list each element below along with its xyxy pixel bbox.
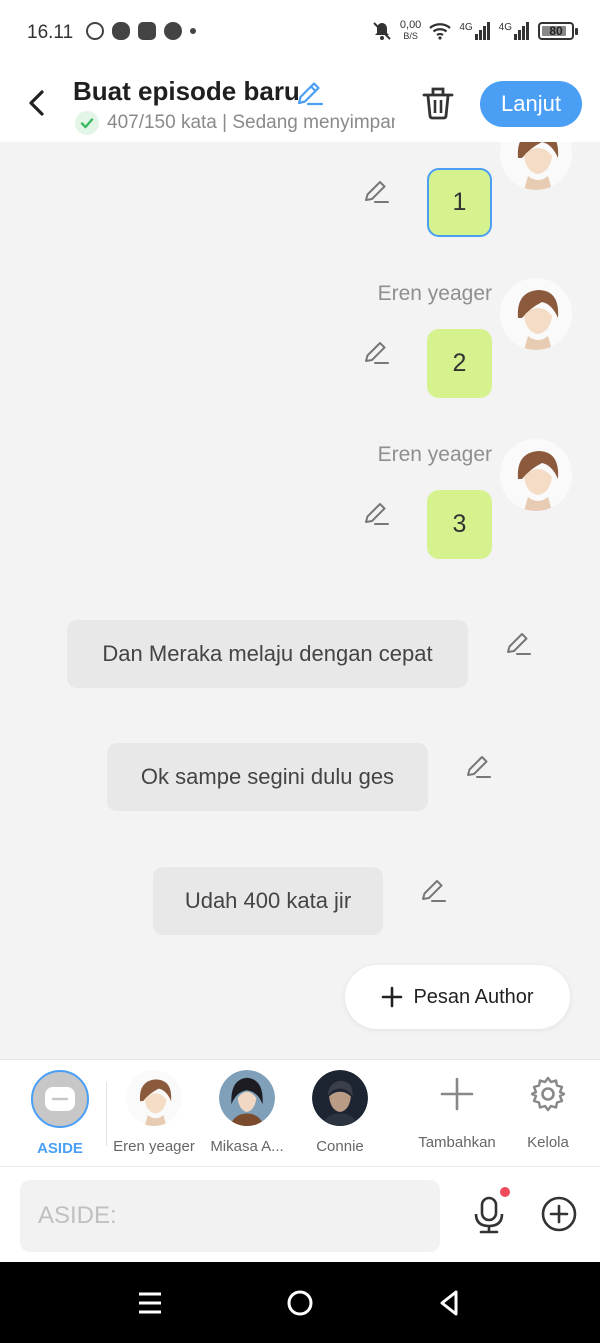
input-bar: [0, 1166, 600, 1262]
avatar[interactable]: [500, 278, 572, 350]
net-speed: 0,00 B/S: [400, 20, 421, 42]
youtube-icon: [138, 22, 156, 40]
edit-aside-icon[interactable]: [419, 876, 447, 904]
menu-icon[interactable]: [134, 1287, 166, 1319]
character-eren[interactable]: Eren yeager: [109, 1070, 199, 1155]
speaker-name: Eren yeager: [377, 443, 492, 466]
net-speed-value: 0,00: [399, 19, 422, 31]
whatsapp-icon: [86, 22, 104, 40]
aside-bubble[interactable]: Udah 400 kata jir: [153, 867, 383, 935]
add-character-button[interactable]: Tambahkan: [412, 1074, 502, 1151]
status-right: 0,00 B/S 4G 4G 80: [372, 20, 578, 42]
character-mikasa[interactable]: Mikasa A...: [202, 1070, 292, 1155]
avatar: [219, 1070, 275, 1126]
character-label: Connie: [316, 1138, 364, 1155]
page-title: Buat episode baru: [73, 76, 300, 106]
author-message-button[interactable]: Pesan Author: [345, 965, 570, 1029]
muted-bell-icon: [373, 22, 391, 40]
character-bar: ASIDE Eren yeager Mikasa A... Connie Tam…: [0, 1059, 600, 1166]
back-arrow-icon[interactable]: [22, 86, 52, 120]
notification-icons: [86, 22, 196, 40]
edit-message-icon[interactable]: [362, 177, 390, 205]
edit-aside-icon[interactable]: [464, 752, 492, 780]
character-aside[interactable]: ASIDE: [15, 1070, 105, 1157]
character-connie[interactable]: Connie: [295, 1070, 385, 1155]
aside-bubble[interactable]: Dan Meraka melaju dengan cepat: [67, 620, 468, 688]
chat-bubble-icon: [112, 22, 130, 40]
aside-avatar: [31, 1070, 89, 1128]
aside-bubble[interactable]: Ok sampe segini dulu ges: [107, 743, 428, 811]
status-time: 16.11: [27, 22, 74, 43]
more-notifications-icon: [190, 28, 196, 34]
avatar: [126, 1070, 182, 1126]
avatar[interactable]: [500, 142, 572, 190]
system-nav-bar: [0, 1262, 600, 1343]
signal-1-icon: [474, 22, 490, 40]
aside-icon: [45, 1087, 75, 1111]
header: Buat episode baru 407/150 kata | Sedang …: [0, 66, 600, 142]
status-bar: 16.11 0,00 B/S 4G 4G 80: [0, 0, 600, 66]
word-count-text: 407/150 kata | Sedang menyimpan: [107, 112, 395, 133]
aside-input[interactable]: [20, 1180, 440, 1252]
signal-2-icon: [514, 22, 529, 40]
author-message-label: Pesan Author: [413, 985, 534, 1008]
battery-level: 80: [549, 24, 563, 38]
wifi-icon: [429, 23, 452, 40]
edit-aside-icon[interactable]: [504, 629, 532, 657]
avatar: [312, 1070, 368, 1126]
plus-circle-icon[interactable]: [540, 1195, 578, 1233]
chat-area[interactable]: 1 Eren yeager 2 Eren yeager 3 Dan Meraka…: [0, 142, 600, 1059]
next-button[interactable]: Lanjut: [480, 81, 582, 127]
message-bubble[interactable]: 2: [427, 329, 492, 398]
character-label: ASIDE: [37, 1140, 83, 1157]
back-icon[interactable]: [434, 1287, 466, 1319]
divider: [106, 1082, 107, 1146]
manage-button[interactable]: Kelola: [503, 1074, 593, 1151]
edit-message-icon[interactable]: [362, 338, 390, 366]
speaker-name: Eren yeager: [377, 282, 492, 305]
add-character-label: Tambahkan: [418, 1134, 496, 1151]
word-count-status: 407/150 kata | Sedang menyimpan: [75, 110, 395, 136]
network-1-label: 4G: [459, 21, 473, 33]
net-speed-unit: B/S: [403, 31, 418, 41]
plus-icon: [382, 986, 403, 1008]
avatar[interactable]: [500, 439, 572, 511]
character-label: Eren yeager: [113, 1138, 195, 1155]
message-bubble[interactable]: 1: [427, 168, 492, 237]
battery-icon: 80: [538, 22, 578, 40]
app-icon: [164, 22, 182, 40]
home-icon[interactable]: [284, 1287, 316, 1319]
trash-icon[interactable]: [421, 83, 455, 121]
gear-icon: [530, 1076, 566, 1112]
network-2-label: 4G: [498, 21, 512, 33]
microphone-icon[interactable]: [470, 1195, 508, 1235]
character-label: Mikasa A...: [210, 1138, 284, 1155]
message-bubble[interactable]: 3: [427, 490, 492, 559]
edit-message-icon[interactable]: [362, 499, 390, 527]
manage-label: Kelola: [527, 1134, 569, 1151]
edit-title-icon[interactable]: [294, 78, 324, 108]
check-icon: [75, 111, 99, 135]
recording-dot: [500, 1187, 510, 1197]
add-icon: [440, 1077, 474, 1111]
